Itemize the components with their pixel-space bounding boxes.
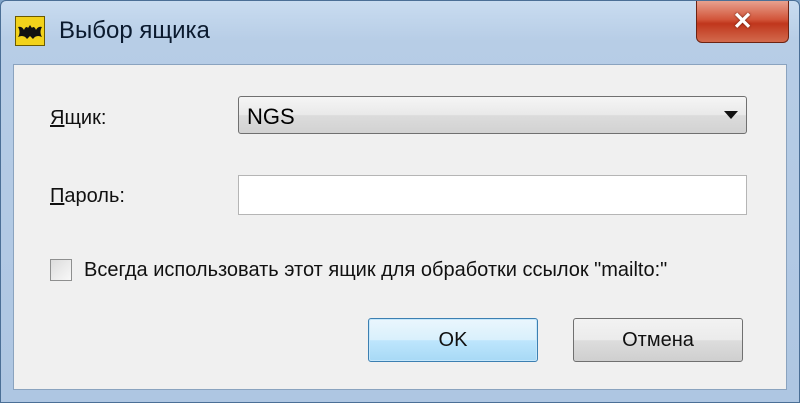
password-field[interactable] — [238, 175, 747, 215]
dialog-body: Ящик: NGS Пароль: Всегда использовать эт… — [13, 64, 787, 390]
cancel-button[interactable]: Отмена — [573, 318, 743, 362]
dialog-window: Выбор ящика ✕ Ящик: NGS Пароль: Всегда и… — [0, 0, 800, 403]
ok-button[interactable]: OK — [368, 318, 538, 362]
chevron-down-icon[interactable] — [724, 111, 738, 119]
mailbox-select[interactable]: NGS — [238, 96, 747, 134]
always-use-checkbox[interactable] — [50, 259, 72, 281]
bat-icon — [15, 16, 45, 46]
mailbox-selected-value: NGS — [247, 104, 295, 129]
title-bar[interactable]: Выбор ящика ✕ — [1, 1, 799, 63]
window-title: Выбор ящика — [59, 17, 210, 44]
close-button[interactable]: ✕ — [696, 1, 789, 43]
always-use-checkbox-label[interactable]: Всегда использовать этот ящик для обрабо… — [84, 259, 667, 282]
mailbox-label: Ящик: — [50, 107, 107, 129]
password-label: Пароль: — [50, 185, 125, 207]
close-icon: ✕ — [732, 8, 753, 35]
